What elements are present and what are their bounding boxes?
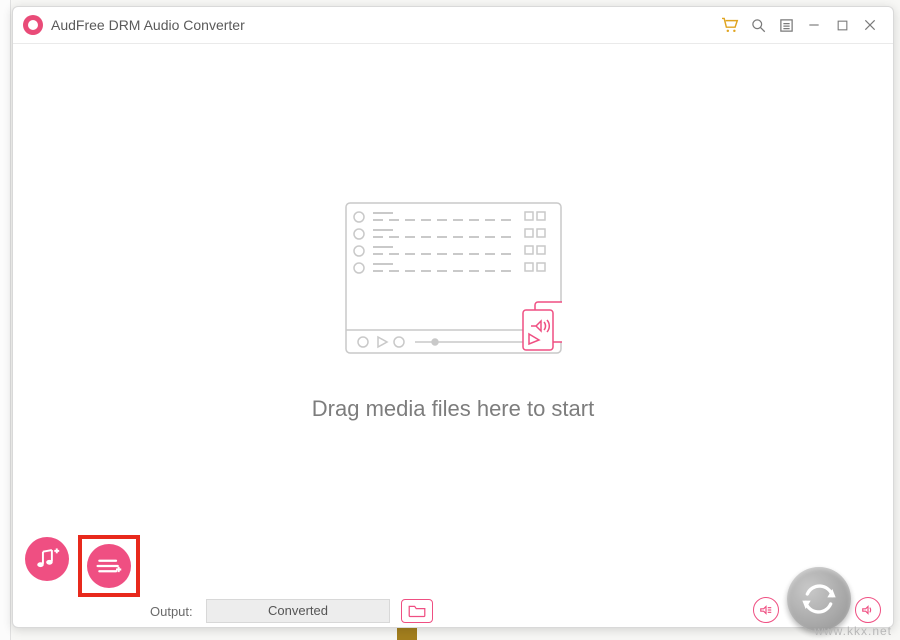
output-path-field[interactable]: Converted bbox=[206, 599, 390, 623]
host-page-strip bbox=[0, 0, 11, 640]
add-playlist-highlight-box bbox=[78, 535, 140, 597]
history-button[interactable] bbox=[753, 597, 779, 623]
host-page-thumb bbox=[397, 628, 417, 640]
search-icon[interactable] bbox=[745, 12, 771, 38]
itunes-list-illustration-icon bbox=[345, 202, 562, 354]
format-settings-icon bbox=[861, 603, 875, 617]
convert-arrows-icon bbox=[799, 579, 839, 619]
convert-button[interactable] bbox=[787, 567, 851, 631]
app-window: AudFree DRM Audio Converter bbox=[12, 6, 894, 628]
add-music-button[interactable] bbox=[25, 537, 69, 581]
maximize-icon[interactable] bbox=[829, 12, 855, 38]
music-plus-icon bbox=[34, 546, 60, 572]
close-icon[interactable] bbox=[857, 12, 883, 38]
playlist-plus-icon bbox=[95, 552, 123, 580]
app-logo-icon bbox=[23, 15, 43, 35]
drop-hint-text: Drag media files here to start bbox=[312, 396, 594, 422]
title-bar: AudFree DRM Audio Converter bbox=[13, 7, 893, 43]
menu-icon[interactable] bbox=[773, 12, 799, 38]
output-label: Output: bbox=[150, 604, 193, 619]
folder-icon bbox=[407, 604, 427, 618]
settings-button[interactable] bbox=[855, 597, 881, 623]
browse-output-button[interactable] bbox=[401, 599, 433, 623]
converted-list-icon bbox=[759, 603, 773, 617]
minimize-icon[interactable] bbox=[801, 12, 827, 38]
app-title: AudFree DRM Audio Converter bbox=[51, 17, 245, 33]
drop-zone[interactable]: Drag media files here to start bbox=[13, 44, 893, 580]
cart-icon[interactable] bbox=[717, 12, 743, 38]
add-playlist-button[interactable] bbox=[87, 544, 131, 588]
